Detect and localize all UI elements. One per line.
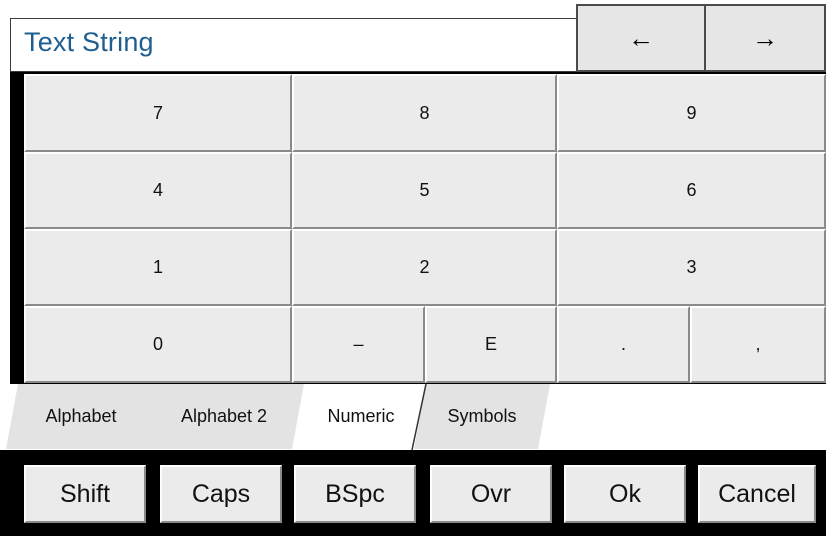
page-title: Text String [24,27,154,57]
arrow-right-icon: → [752,22,778,53]
cursor-right-button[interactable]: → [704,4,826,72]
tab-symbols[interactable]: Symbols [414,384,550,449]
caps-button[interactable]: Caps [160,465,282,523]
tab-label: Numeric [327,406,395,426]
key-9[interactable]: 9 [557,74,826,152]
key-6[interactable]: 6 [557,152,826,229]
ok-button[interactable]: Ok [564,465,686,523]
key-2[interactable]: 2 [292,229,557,306]
key-5[interactable]: 5 [292,152,557,229]
tab-label: Alphabet [45,406,117,426]
key-exponent[interactable]: E [425,306,557,383]
key-1[interactable]: 1 [24,229,292,306]
key-3[interactable]: 3 [557,229,826,306]
tab-alphabet-2[interactable]: Alphabet 2 [144,384,304,449]
key-comma[interactable]: , [690,306,826,383]
shift-button[interactable]: Shift [24,465,146,523]
key-4[interactable]: 4 [24,152,292,229]
tab-alphabet[interactable]: Alphabet [6,384,156,449]
backspace-button[interactable]: BSpc [294,465,416,523]
key-7[interactable]: 7 [24,74,292,152]
tab-label: Symbols [447,406,517,426]
cancel-button[interactable]: Cancel [698,465,816,523]
overwrite-button[interactable]: Ovr [430,465,552,523]
cursor-left-button[interactable]: ← [576,4,706,72]
key-decimal-point[interactable]: . [557,306,690,383]
tab-label: Alphabet 2 [180,406,268,426]
arrow-left-icon: ← [628,22,654,53]
key-0[interactable]: 0 [24,306,292,383]
tab-divider [411,384,427,450]
key-8[interactable]: 8 [292,74,557,152]
key-minus[interactable]: – [292,306,425,383]
